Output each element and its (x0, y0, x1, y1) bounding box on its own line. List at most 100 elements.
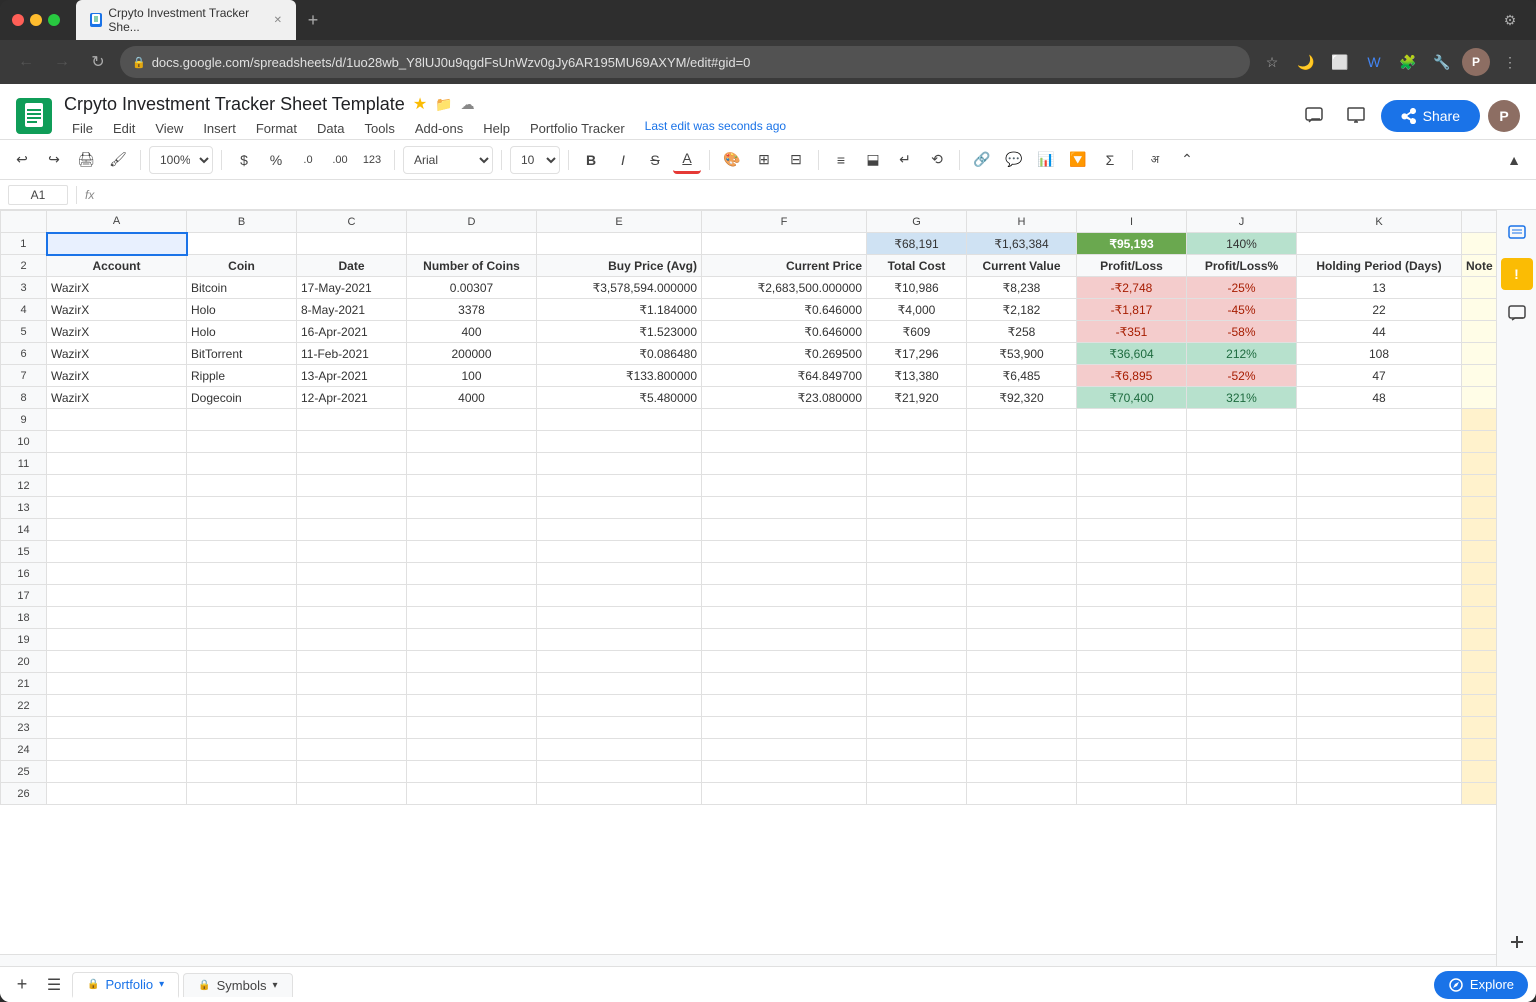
table-cell-empty[interactable] (1462, 409, 1497, 431)
table-cell-empty[interactable] (1077, 497, 1187, 519)
table-cell-empty[interactable] (967, 409, 1077, 431)
cell-c2[interactable]: Date (297, 255, 407, 277)
table-cell-empty[interactable] (867, 761, 967, 783)
cell-k7[interactable]: 47 (1297, 365, 1462, 387)
table-cell-empty[interactable] (537, 651, 702, 673)
table-cell-empty[interactable] (187, 783, 297, 805)
table-cell-empty[interactable] (1462, 585, 1497, 607)
table-cell-empty[interactable] (407, 431, 537, 453)
table-cell-empty[interactable] (867, 695, 967, 717)
menu-edit[interactable]: Edit (105, 119, 143, 138)
table-cell-empty[interactable] (297, 673, 407, 695)
cell-l7[interactable] (1462, 365, 1497, 387)
table-cell-empty[interactable] (1462, 651, 1497, 673)
table-cell-empty[interactable] (297, 717, 407, 739)
table-cell-empty[interactable] (1462, 739, 1497, 761)
close-button[interactable] (12, 14, 24, 26)
col-header-f[interactable]: F (702, 211, 867, 233)
paint-format-button[interactable]: 🖌 (104, 146, 132, 174)
menu-file[interactable]: File (64, 119, 101, 138)
table-cell-empty[interactable] (537, 409, 702, 431)
table-cell-empty[interactable] (1077, 453, 1187, 475)
cell-reference[interactable] (8, 185, 68, 205)
windows-icon[interactable]: ⬜ (1326, 48, 1354, 76)
italic-button[interactable]: I (609, 146, 637, 174)
table-cell-empty[interactable] (967, 497, 1077, 519)
cell-a2[interactable]: Account (47, 255, 187, 277)
cell-f8[interactable]: ₹23.080000 (702, 387, 867, 409)
table-cell-empty[interactable] (297, 497, 407, 519)
cell-e3[interactable]: ₹3,578,594.000000 (537, 277, 702, 299)
table-cell-empty[interactable] (1462, 497, 1497, 519)
table-cell-empty[interactable] (537, 475, 702, 497)
explore-button[interactable]: Explore (1434, 971, 1528, 999)
font-size-select[interactable]: 10 (510, 146, 560, 174)
table-cell-empty[interactable] (702, 563, 867, 585)
cell-l5[interactable] (1462, 321, 1497, 343)
cell-g6[interactable]: ₹17,296 (867, 343, 967, 365)
table-cell-empty[interactable] (187, 453, 297, 475)
table-cell-empty[interactable] (1077, 739, 1187, 761)
table-cell-empty[interactable] (1077, 563, 1187, 585)
number-format[interactable]: 123 (358, 146, 386, 174)
table-cell-empty[interactable] (1462, 673, 1497, 695)
table-cell-empty[interactable] (1462, 475, 1497, 497)
table-cell-empty[interactable] (297, 607, 407, 629)
table-cell-empty[interactable] (297, 739, 407, 761)
cell-f7[interactable]: ₹64.849700 (702, 365, 867, 387)
table-cell-empty[interactable] (1297, 409, 1462, 431)
table-cell-empty[interactable] (1187, 717, 1297, 739)
cell-d1[interactable] (407, 233, 537, 255)
col-header-c[interactable]: C (297, 211, 407, 233)
comment-button[interactable] (1297, 99, 1331, 133)
table-cell-empty[interactable] (702, 475, 867, 497)
table-cell-empty[interactable] (47, 651, 187, 673)
cell-k1[interactable] (1297, 233, 1462, 255)
cell-f3[interactable]: ₹2,683,500.000000 (702, 277, 867, 299)
table-cell-empty[interactable] (537, 761, 702, 783)
table-cell-empty[interactable] (967, 761, 1077, 783)
table-cell-empty[interactable] (867, 629, 967, 651)
valign-button[interactable]: ⬓ (859, 146, 887, 174)
url-bar[interactable]: 🔒 docs.google.com/spreadsheets/d/1uo28wb… (120, 46, 1250, 78)
col-header-g[interactable]: G (867, 211, 967, 233)
table-cell-empty[interactable] (967, 431, 1077, 453)
table-cell-empty[interactable] (1297, 695, 1462, 717)
table-cell-empty[interactable] (47, 629, 187, 651)
table-cell-empty[interactable] (1462, 717, 1497, 739)
cell-j5[interactable]: -58% (1187, 321, 1297, 343)
table-cell-empty[interactable] (702, 497, 867, 519)
table-cell-empty[interactable] (47, 761, 187, 783)
menu-help[interactable]: Help (475, 119, 518, 138)
cell-h5[interactable]: ₹258 (967, 321, 1077, 343)
table-cell-empty[interactable] (187, 497, 297, 519)
fill-color-button[interactable]: 🎨 (718, 146, 746, 174)
cell-i2[interactable]: Profit/Loss (1077, 255, 1187, 277)
table-cell-empty[interactable] (297, 695, 407, 717)
cell-f6[interactable]: ₹0.269500 (702, 343, 867, 365)
table-cell-empty[interactable] (47, 673, 187, 695)
cell-i8[interactable]: ₹70,400 (1077, 387, 1187, 409)
col-header-d[interactable]: D (407, 211, 537, 233)
sheet-tab-symbols[interactable]: 🔒 Symbols ▾ (183, 973, 292, 997)
table-cell-empty[interactable] (297, 783, 407, 805)
extension-mgr-icon[interactable]: 🧩 (1394, 48, 1422, 76)
table-cell-empty[interactable] (1187, 673, 1297, 695)
cell-f1[interactable] (702, 233, 867, 255)
percent-button[interactable]: % (262, 146, 290, 174)
table-cell-empty[interactable] (407, 717, 537, 739)
cell-i1[interactable]: ₹95,193 (1077, 233, 1187, 255)
cell-h3[interactable]: ₹8,238 (967, 277, 1077, 299)
table-cell-empty[interactable] (702, 453, 867, 475)
table-cell-empty[interactable] (1077, 585, 1187, 607)
table-cell-empty[interactable] (47, 541, 187, 563)
cell-e8[interactable]: ₹5.480000 (537, 387, 702, 409)
cell-f4[interactable]: ₹0.646000 (702, 299, 867, 321)
input-tools-button[interactable]: अ (1141, 146, 1169, 174)
table-cell-empty[interactable] (1297, 739, 1462, 761)
table-cell-empty[interactable] (702, 761, 867, 783)
cell-g7[interactable]: ₹13,380 (867, 365, 967, 387)
maximize-button[interactable] (48, 14, 60, 26)
share-button[interactable]: Share (1381, 100, 1480, 132)
table-cell-empty[interactable] (537, 497, 702, 519)
